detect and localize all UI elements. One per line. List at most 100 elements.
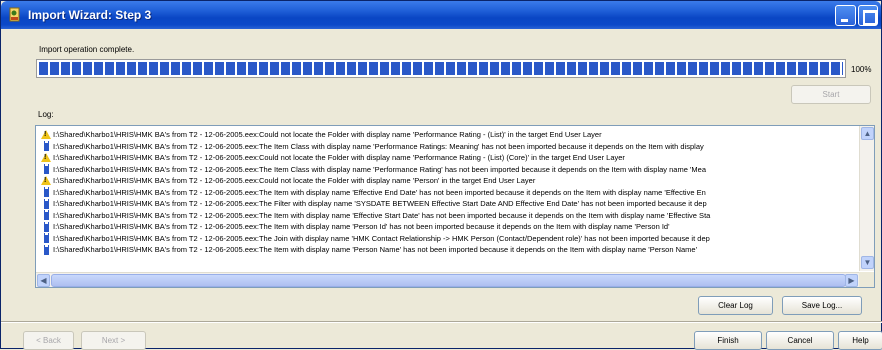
progress-segment <box>402 62 411 75</box>
scroll-corner <box>859 272 874 287</box>
log-list[interactable]: I:\Shared\Kharbo1\HRIS\HMK BA's from T2 … <box>35 125 875 288</box>
warning-icon <box>40 153 52 163</box>
progress-segment <box>105 62 114 75</box>
progress-segment <box>94 62 103 75</box>
progress-segment <box>259 62 268 75</box>
scroll-left-arrow-icon[interactable]: ◀ <box>37 274 50 287</box>
progress-segment <box>842 62 843 75</box>
warning-icon <box>40 176 52 186</box>
horizontal-scrollbar[interactable]: ◀ ▶ <box>36 272 859 287</box>
progress-segment <box>490 62 499 75</box>
save-log-button[interactable]: Save Log... <box>782 296 862 315</box>
progress-segment <box>666 62 675 75</box>
progress-segment <box>655 62 664 75</box>
progress-segment <box>325 62 334 75</box>
progress-segment <box>468 62 477 75</box>
progress-segment <box>391 62 400 75</box>
progress-segment <box>688 62 697 75</box>
log-line[interactable]: I:\Shared\Kharbo1\HRIS\HMK BA's from T2 … <box>36 221 856 233</box>
next-button[interactable]: Next > <box>81 331 146 350</box>
progress-fill <box>39 62 843 75</box>
progress-segment <box>776 62 785 75</box>
progress-percent-label: 100% <box>851 65 872 74</box>
progress-segment <box>754 62 763 75</box>
clear-log-button[interactable]: Clear Log <box>698 296 773 315</box>
window-title: Import Wizard: Step 3 <box>28 8 152 22</box>
minimize-icon[interactable] <box>835 5 856 26</box>
scroll-down-arrow-icon[interactable]: ▼ <box>861 256 874 269</box>
log-line[interactable]: I:\Shared\Kharbo1\HRIS\HMK BA's from T2 … <box>36 210 856 222</box>
log-line-text: I:\Shared\Kharbo1\HRIS\HMK BA's from T2 … <box>53 164 707 174</box>
progress-segment <box>347 62 356 75</box>
warning-icon <box>40 130 52 140</box>
progress-segment <box>611 62 620 75</box>
progress-segment <box>644 62 653 75</box>
log-line-text: I:\Shared\Kharbo1\HRIS\HMK BA's from T2 … <box>53 141 704 151</box>
log-line[interactable]: I:\Shared\Kharbo1\HRIS\HMK BA's from T2 … <box>36 187 856 199</box>
back-button[interactable]: < Back <box>23 331 74 350</box>
progress-segment <box>127 62 136 75</box>
scroll-up-arrow-icon[interactable]: ▲ <box>861 127 874 140</box>
progress-segment <box>182 62 191 75</box>
info-icon <box>40 187 52 198</box>
progress-segment <box>369 62 378 75</box>
cancel-button[interactable]: Cancel <box>766 331 834 350</box>
progress-segment <box>622 62 631 75</box>
finish-button[interactable]: Finish <box>694 331 762 350</box>
progress-segment <box>798 62 807 75</box>
log-line[interactable]: I:\Shared\Kharbo1\HRIS\HMK BA's from T2 … <box>36 164 856 176</box>
log-line[interactable]: I:\Shared\Kharbo1\HRIS\HMK BA's from T2 … <box>36 175 856 187</box>
progress-segment <box>765 62 774 75</box>
log-line[interactable]: I:\Shared\Kharbo1\HRIS\HMK BA's from T2 … <box>36 152 856 164</box>
progress-segment <box>380 62 389 75</box>
progress-segment <box>820 62 829 75</box>
log-line[interactable]: I:\Shared\Kharbo1\HRIS\HMK BA's from T2 … <box>36 233 856 245</box>
progress-segment <box>358 62 367 75</box>
log-lines: I:\Shared\Kharbo1\HRIS\HMK BA's from T2 … <box>36 129 856 256</box>
maximize-icon[interactable] <box>858 5 878 26</box>
progress-segment <box>523 62 532 75</box>
wizard-app-icon <box>9 7 20 22</box>
horizontal-scroll-thumb[interactable] <box>51 274 846 287</box>
progress-segment <box>149 62 158 75</box>
progress-segment <box>721 62 730 75</box>
progress-segment <box>534 62 543 75</box>
progress-segment <box>226 62 235 75</box>
log-line[interactable]: I:\Shared\Kharbo1\HRIS\HMK BA's from T2 … <box>36 129 856 141</box>
log-line[interactable]: I:\Shared\Kharbo1\HRIS\HMK BA's from T2 … <box>36 198 856 210</box>
progress-segment <box>61 62 70 75</box>
log-label: Log: <box>38 110 54 119</box>
progress-segment <box>545 62 554 75</box>
log-line-text: I:\Shared\Kharbo1\HRIS\HMK BA's from T2 … <box>53 187 706 197</box>
progress-bar <box>36 59 846 78</box>
progress-segment <box>633 62 642 75</box>
log-line[interactable]: I:\Shared\Kharbo1\HRIS\HMK BA's from T2 … <box>36 244 856 256</box>
scroll-right-arrow-icon[interactable]: ▶ <box>845 274 858 287</box>
progress-segment <box>479 62 488 75</box>
log-line-text: I:\Shared\Kharbo1\HRIS\HMK BA's from T2 … <box>53 130 602 139</box>
progress-segment <box>567 62 576 75</box>
vertical-scrollbar[interactable]: ▲ ▼ <box>859 126 874 271</box>
progress-segment <box>72 62 81 75</box>
progress-segment <box>787 62 796 75</box>
log-line-text: I:\Shared\Kharbo1\HRIS\HMK BA's from T2 … <box>53 245 698 254</box>
progress-segment <box>215 62 224 75</box>
progress-segment <box>116 62 125 75</box>
progress-segment <box>578 62 587 75</box>
footer-divider <box>1 321 882 323</box>
progress-segment <box>237 62 246 75</box>
start-button[interactable]: Start <box>791 85 871 104</box>
title-bar[interactable]: Import Wizard: Step 3 <box>1 1 881 29</box>
progress-segment <box>193 62 202 75</box>
progress-segment <box>138 62 147 75</box>
progress-segment <box>446 62 455 75</box>
progress-segment <box>281 62 290 75</box>
log-line[interactable]: I:\Shared\Kharbo1\HRIS\HMK BA's from T2 … <box>36 141 856 153</box>
progress-segment <box>303 62 312 75</box>
progress-segment <box>424 62 433 75</box>
progress-segment <box>160 62 169 75</box>
help-button[interactable]: Help <box>838 331 882 350</box>
progress-segment <box>677 62 686 75</box>
progress-segment <box>248 62 257 75</box>
progress-segment <box>39 62 48 75</box>
